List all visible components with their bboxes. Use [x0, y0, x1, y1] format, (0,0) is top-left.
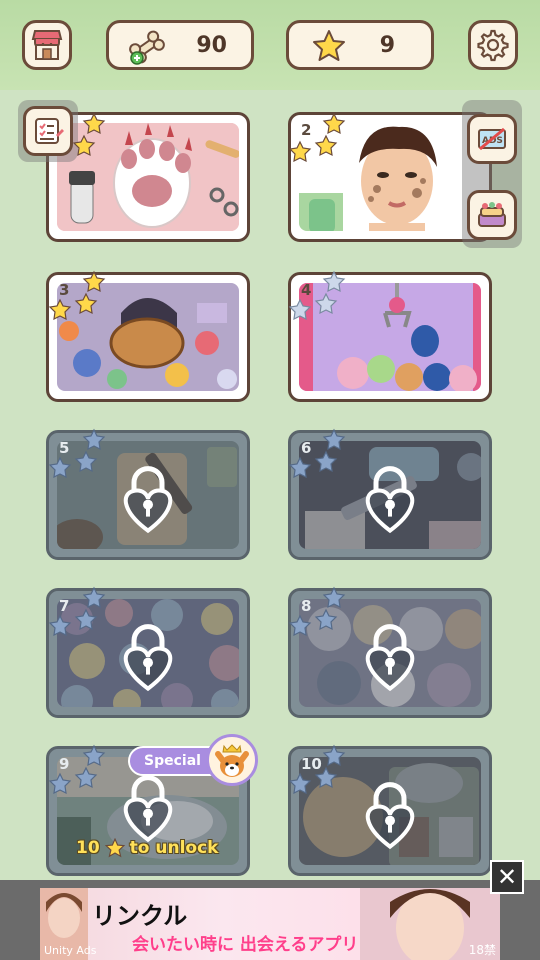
settings-button[interactable] — [468, 20, 518, 70]
gear-icon — [477, 29, 509, 62]
stars-counter: 9 — [286, 20, 434, 70]
no-ads-icon: ADS — [478, 127, 506, 151]
no-ads-button[interactable]: ADS — [467, 114, 517, 164]
level-number: 3 — [59, 281, 70, 299]
level-number: 4 — [301, 281, 312, 299]
top-bar — [0, 0, 540, 90]
level-number: 6 — [301, 439, 312, 457]
unity-ads-label: Unity Ads — [44, 944, 97, 957]
bone-icon — [129, 30, 165, 65]
special-label: Special — [144, 753, 201, 769]
ad-banner[interactable]: リンクル 会いたい時に 出会えるアプリ 18禁 Unity Ads — [0, 880, 540, 960]
level-1-stars — [72, 112, 106, 157]
corgi-avatar — [206, 734, 258, 786]
lock-icon — [123, 774, 173, 842]
star-icon — [313, 30, 345, 61]
level-card-10[interactable]: 10 — [288, 746, 492, 876]
shop-icon — [31, 30, 63, 60]
lock-icon — [123, 624, 173, 692]
ad-creative[interactable]: リンクル 会いたい時に 出会えるアプリ 18禁 — [40, 888, 500, 960]
lock-icon — [365, 782, 415, 850]
gift-button[interactable] — [467, 190, 517, 240]
ad-close-button[interactable]: ✕ — [490, 860, 524, 894]
unlock-count: 10 — [76, 838, 100, 858]
level-7-stars — [48, 586, 106, 636]
level-2-stars — [288, 112, 346, 162]
ad-age-rating: 18禁 — [468, 943, 496, 957]
level-9-stars — [48, 744, 106, 794]
lock-icon — [365, 624, 415, 692]
lock-icon — [365, 466, 415, 534]
close-icon: ✕ — [496, 863, 518, 891]
shop-button[interactable] — [22, 20, 72, 70]
cake-icon — [478, 202, 506, 227]
level-number: 5 — [59, 439, 70, 457]
level-5-stars — [48, 428, 106, 478]
level-number: 10 — [301, 755, 322, 773]
bones-counter[interactable]: 90 — [106, 20, 254, 70]
corgi-icon — [215, 744, 249, 777]
side-panel-right: ADS — [462, 100, 522, 248]
level-6-stars — [288, 428, 346, 478]
unlock-requirement: 10 to unlock — [76, 838, 219, 858]
star-icon — [104, 838, 125, 858]
level-number: 8 — [301, 597, 312, 615]
unlock-label: to unlock — [129, 838, 219, 858]
ad-title: リンクル — [92, 902, 188, 930]
level-4-stars — [288, 270, 346, 320]
level-8-stars — [288, 586, 346, 636]
level-3-stars — [48, 270, 106, 320]
ad-subtitle: 会いたい時に 出会えるアプリ — [132, 935, 359, 955]
level-number: 7 — [59, 597, 70, 615]
lock-icon — [123, 466, 173, 534]
level-number: 9 — [59, 755, 70, 773]
bones-count: 90 — [196, 32, 227, 58]
level-number: 2 — [301, 121, 312, 139]
stars-count: 9 — [379, 32, 395, 58]
